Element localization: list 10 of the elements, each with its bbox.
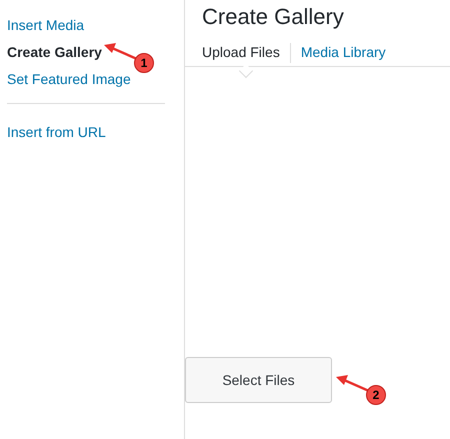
callout-badge: 1	[134, 52, 154, 72]
tab[interactable]: Upload Files	[202, 42, 280, 63]
sidebar-link[interactable]: Create Gallery	[7, 44, 102, 60]
sidebar-link[interactable]: Insert Media	[7, 16, 84, 32]
sidebar-link[interactable]: Set Featured Image	[7, 70, 131, 86]
select-files-button[interactable]: Select Files	[185, 357, 332, 403]
page-title: Create Gallery	[201, 3, 345, 31]
callout-badge: 2	[366, 385, 386, 405]
tab[interactable]: Media Library	[300, 42, 386, 63]
sidebar-link[interactable]: Insert from URL	[7, 124, 106, 140]
